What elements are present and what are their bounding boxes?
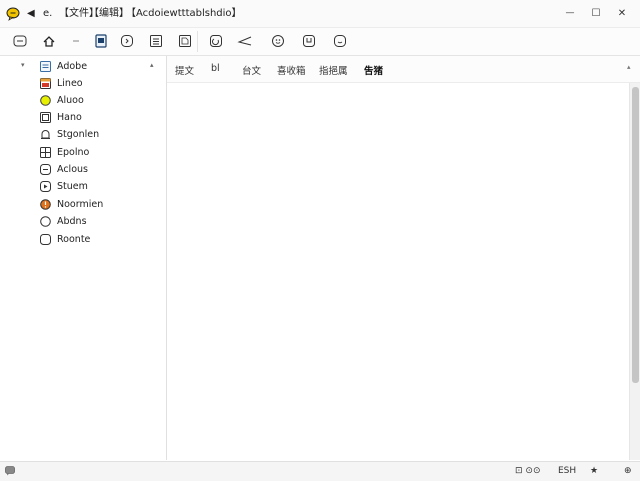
- content-area: [167, 83, 629, 460]
- close-button[interactable]: ✕: [612, 4, 632, 22]
- window-icon: [40, 77, 51, 89]
- sidebar-item-label: Epolno: [57, 146, 90, 158]
- save-button[interactable]: [301, 33, 317, 49]
- tab-4[interactable]: 喜收箱: [277, 63, 306, 77]
- toolbar: [0, 28, 640, 56]
- list-button[interactable]: [148, 33, 164, 49]
- sidebar-item-abdns[interactable]: Abdns: [40, 214, 87, 228]
- sidebar-item-label: Noormien: [57, 198, 104, 210]
- collapse-icon[interactable]: ▾: [21, 61, 25, 69]
- square-outline-icon: [40, 233, 51, 245]
- tab-bar: 提文 bl 台文 喜收箱 指挹属 吿猪 ▴: [167, 56, 640, 83]
- face-button[interactable]: [332, 33, 348, 49]
- image-icon: [40, 111, 51, 123]
- alert-icon: [40, 198, 51, 210]
- speech-button[interactable]: [119, 33, 135, 49]
- sidebar-item-epolno[interactable]: Epolno: [40, 145, 89, 159]
- minus-icon: [40, 163, 51, 175]
- page-icon: [179, 35, 191, 47]
- sidebar-item-stgonlen[interactable]: Stgonlen: [40, 127, 99, 141]
- emoji-button[interactable]: [270, 33, 286, 49]
- sidebar-item-roonte[interactable]: Roonte: [40, 232, 90, 246]
- status-bar: ⊡ ⊙⊙ ESH ★ ⊕: [0, 461, 640, 481]
- sidebar-item-aluoo[interactable]: Aluoo: [40, 93, 84, 107]
- circle-icon: [40, 94, 51, 106]
- menu-edit[interactable]: 【编辑】: [89, 8, 129, 20]
- back-button[interactable]: [12, 33, 28, 49]
- emoji-icon: [272, 35, 284, 47]
- tab-collapse-icon[interactable]: ▴: [627, 63, 631, 71]
- face-icon: [334, 35, 346, 47]
- grid-icon: [40, 146, 51, 158]
- title-bar: ◀ e. 【文件】 【编辑】 【Acdoiewtttablshdio】 — ☐ …: [0, 0, 640, 28]
- home-icon: [43, 36, 55, 47]
- refresh-button[interactable]: [208, 33, 224, 49]
- sidebar-item-aclous[interactable]: Aclous: [40, 162, 88, 176]
- back-arrow-icon[interactable]: ◀: [27, 8, 35, 20]
- sidebar-item-adobe[interactable]: Adobe: [40, 59, 87, 73]
- sidebar-item-lineo[interactable]: Lineo: [40, 76, 83, 90]
- maximize-icon: ☐: [591, 7, 601, 19]
- chat-bubble-app-icon[interactable]: [6, 7, 20, 21]
- vertical-scrollbar[interactable]: [629, 83, 640, 460]
- toolbar-separator: [197, 31, 198, 52]
- play-icon: [40, 180, 51, 192]
- pointer-button[interactable]: [237, 33, 253, 49]
- pointer-icon: [237, 36, 252, 46]
- close-icon: ✕: [617, 7, 627, 19]
- star-icon[interactable]: ★: [590, 466, 598, 476]
- speech-icon: [121, 35, 133, 47]
- sidebar-item-noormien[interactable]: Noormien: [40, 197, 103, 211]
- sidebar-tree: ▾ ▴ Adobe Lineo Aluoo Hano Stgonlen Epol…: [0, 56, 167, 460]
- status-text-2: ESH: [558, 466, 577, 476]
- tab-3[interactable]: 台文: [242, 63, 261, 77]
- dot-button[interactable]: [68, 33, 84, 49]
- sidebar-item-label: Aluoo: [57, 94, 84, 106]
- bell-icon: [41, 129, 50, 139]
- sidebar-item-label: Lineo: [57, 77, 83, 89]
- list-icon: [150, 35, 162, 47]
- maximize-button[interactable]: ☐: [586, 4, 606, 22]
- refresh-icon: [210, 35, 222, 47]
- tab-6-active[interactable]: 吿猪: [364, 63, 383, 77]
- document-icon: [95, 34, 107, 48]
- sidebar-item-label: Adobe: [57, 60, 88, 72]
- home-button[interactable]: [41, 33, 57, 49]
- sidebar-item-label: Abdns: [57, 215, 87, 227]
- tab-2[interactable]: bl: [211, 63, 220, 74]
- dot-icon: [73, 40, 79, 42]
- tab-1[interactable]: 提文: [175, 63, 194, 77]
- minimize-icon: —: [565, 8, 575, 18]
- circle-outline-icon: [40, 215, 51, 227]
- back-icon: [13, 35, 27, 47]
- sidebar-item-label: Roonte: [57, 233, 91, 245]
- status-text-1: ⊡ ⊙⊙: [515, 466, 541, 476]
- document-button[interactable]: [93, 33, 109, 49]
- sidebar-item-hano[interactable]: Hano: [40, 110, 82, 124]
- window-title: 【Acdoiewtttablshdio】: [126, 8, 242, 19]
- sidebar-item-label: Aclous: [57, 163, 88, 175]
- title-text-1: e.: [43, 8, 53, 19]
- chat-icon[interactable]: [5, 466, 15, 476]
- document-icon: [40, 60, 51, 72]
- globe-icon[interactable]: ⊕: [624, 466, 632, 476]
- minimize-button[interactable]: —: [560, 4, 580, 22]
- tab-5[interactable]: 指挹属: [319, 63, 348, 77]
- sidebar-item-stuem[interactable]: Stuem: [40, 179, 88, 193]
- sidebar-item-label: Stuem: [57, 180, 88, 192]
- sidebar-item-label: Hano: [57, 111, 82, 123]
- expand-icon[interactable]: ▴: [150, 61, 154, 69]
- save-icon: [303, 35, 315, 47]
- page-button[interactable]: [177, 33, 193, 49]
- sidebar-item-label: Stgonlen: [57, 128, 100, 140]
- scrollbar-thumb[interactable]: [632, 87, 639, 383]
